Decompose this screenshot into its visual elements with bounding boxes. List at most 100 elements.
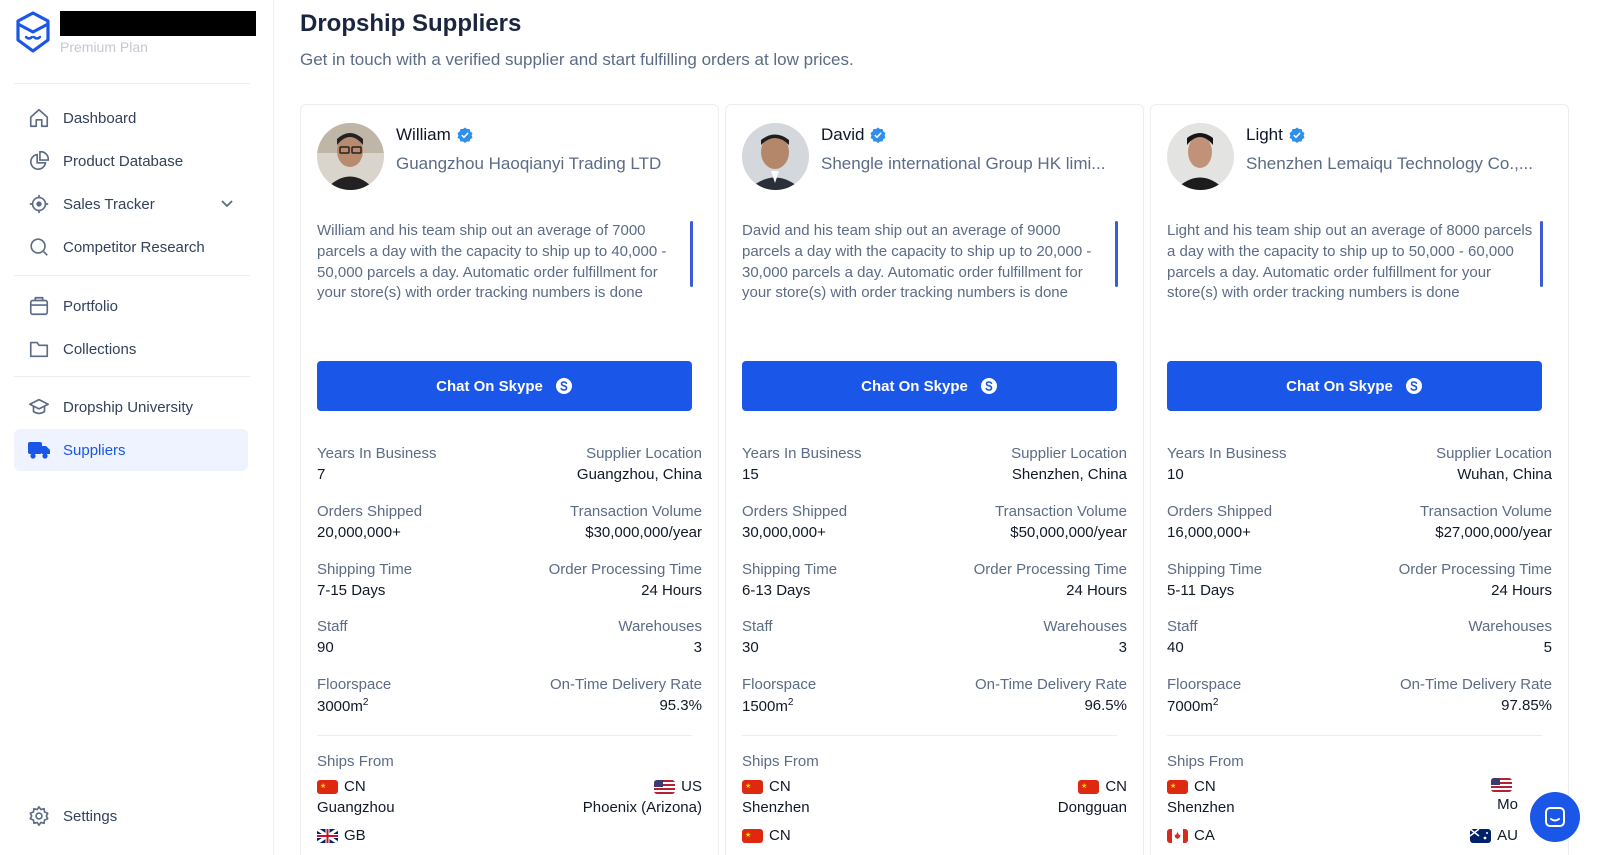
description-scrollbar[interactable] [1115, 221, 1118, 287]
chat-on-skype-button[interactable]: Chat On Skype [1167, 361, 1542, 411]
gear-icon [27, 804, 51, 828]
brand-logo-icon [16, 11, 50, 53]
nav-item-suppliers[interactable]: Suppliers [14, 429, 248, 471]
nav-item-dropship-university[interactable]: Dropship University [14, 386, 248, 428]
svg-text:★: ★ [745, 782, 751, 790]
skype-icon [980, 378, 997, 394]
nav-label: Collections [63, 340, 137, 358]
ship-origin: GB [317, 827, 366, 844]
ship-origin: ★ CN [742, 827, 791, 844]
stat-ontime: On-Time Delivery Rate 97.85% [1400, 676, 1552, 714]
ship-origin: CA [1167, 827, 1215, 844]
chat-on-skype-button[interactable]: Chat On Skype [317, 361, 692, 411]
svg-text:★: ★ [745, 831, 751, 839]
stat-volume: Transaction Volume $30,000,000/year [569, 503, 702, 541]
stat-staff: Staff 40 [1167, 618, 1198, 656]
stat-years: Years In Business 15 [742, 445, 862, 483]
nav-item-product-database[interactable]: Product Database [14, 140, 248, 182]
stat-location: Supplier Location Guangzhou, China [576, 445, 702, 483]
nav-label: Portfolio [63, 297, 119, 315]
nav-item-settings[interactable]: Settings [14, 795, 248, 837]
nav-item-collections[interactable]: Collections [14, 328, 248, 370]
card-divider [1167, 735, 1542, 736]
stat-floorspace: Floorspace 7000m2 [1167, 676, 1242, 715]
stat-volume: Transaction Volume $50,000,000/year [994, 503, 1127, 541]
china-flag-icon: ★ [742, 828, 763, 843]
supplier-card: David Shengle international Group HK lim… [725, 104, 1144, 855]
verified-badge-icon [870, 127, 886, 143]
supplier-name: David [821, 125, 1139, 145]
verified-badge-icon [1289, 127, 1305, 143]
stat-processing: Order Processing Time 24 Hours [973, 561, 1127, 599]
supplier-name: Light [1246, 125, 1564, 145]
ship-origin: ★ CN Guangzhou [317, 778, 395, 816]
supplier-card: William Guangzhou Haoqianyi Trading LTD … [300, 104, 719, 855]
stat-orders: Orders Shipped 30,000,000+ [742, 503, 848, 541]
live-chat-button[interactable] [1530, 792, 1580, 842]
nav-label: Competitor Research [63, 238, 205, 256]
canada-flag-icon [1167, 828, 1188, 843]
svg-text:★: ★ [1081, 782, 1087, 790]
nav-item-portfolio[interactable]: Portfolio [14, 285, 248, 327]
stat-floorspace: Floorspace 1500m2 [742, 676, 817, 715]
ships-from-label: Ships From [742, 753, 819, 770]
supplier-company: Shengle international Group HK limi... [821, 154, 1106, 173]
australia-flag-icon [1470, 828, 1492, 843]
nav-label: Dashboard [63, 109, 137, 127]
ship-origin: US Phoenix (Arizona) [582, 778, 702, 816]
ships-from-label: Ships From [1167, 753, 1244, 770]
supplier-description[interactable]: David and his team ship out an average o… [742, 221, 1117, 307]
us-flag-icon [1491, 778, 1512, 792]
search-icon [27, 235, 51, 259]
card-divider [317, 735, 692, 736]
nav-label: Dropship University [63, 398, 194, 416]
svg-text:★: ★ [1170, 782, 1176, 790]
nav-item-sales-tracker[interactable]: Sales Tracker [14, 183, 248, 225]
stat-staff: Staff 90 [317, 618, 348, 656]
svg-text:★: ★ [320, 782, 326, 790]
supplier-description[interactable]: Light and his team ship out an average o… [1167, 221, 1542, 307]
ships-from-label: Ships From [317, 753, 394, 770]
page-subtitle: Get in touch with a verified supplier an… [300, 50, 854, 69]
nav-divider [14, 376, 250, 377]
stat-warehouses: Warehouses 3 [618, 618, 702, 656]
stat-location: Supplier Location Wuhan, China [1436, 445, 1552, 483]
nav-item-dashboard[interactable]: Dashboard [14, 97, 248, 139]
chat-on-skype-button[interactable]: Chat On Skype [742, 361, 1117, 411]
supplier-card: Light Shenzhen Lemaiqu Technology Co.,..… [1150, 104, 1569, 855]
china-flag-icon: ★ [1167, 779, 1188, 794]
china-flag-icon: ★ [742, 779, 763, 794]
folder-icon [27, 337, 51, 361]
stat-warehouses: Warehouses 5 [1468, 618, 1552, 656]
stat-shipping: Shipping Time 7-15 Days [317, 561, 413, 599]
stat-warehouses: Warehouses 3 [1043, 618, 1127, 656]
crosshair-icon [27, 192, 51, 216]
stat-years: Years In Business 7 [317, 445, 437, 483]
nav-divider [14, 83, 250, 84]
page-title: Dropship Suppliers [300, 10, 522, 37]
nav-divider [14, 275, 250, 276]
stat-processing: Order Processing Time 24 Hours [548, 561, 702, 599]
ship-origin: ★ CN Shenzhen [742, 778, 810, 816]
home-icon [27, 106, 51, 130]
nav-item-competitor-research[interactable]: Competitor Research [14, 226, 248, 268]
supplier-description[interactable]: William and his team ship out an average… [317, 221, 692, 307]
brand[interactable]: Premium Plan [14, 10, 256, 55]
china-flag-icon: ★ [317, 779, 338, 794]
sidebar: Premium Plan Dashboard Product Database … [0, 0, 274, 855]
skype-icon [1405, 378, 1422, 394]
uk-flag-icon [317, 828, 338, 843]
us-flag-icon [654, 779, 676, 794]
china-flag-icon: ★ [1078, 779, 1100, 794]
stat-orders: Orders Shipped 20,000,000+ [317, 503, 423, 541]
stat-floorspace: Floorspace 3000m2 [317, 676, 392, 715]
ship-origin: ★ CN Shenzhen [1167, 778, 1235, 816]
nav-label: Suppliers [63, 441, 126, 459]
description-scrollbar[interactable] [1540, 221, 1543, 287]
supplier-company: Guangzhou Haoqianyi Trading LTD [396, 154, 662, 173]
nav-label: Product Database [63, 152, 184, 170]
ship-origin: AU [1470, 827, 1518, 844]
chevron-down-icon[interactable] [220, 196, 234, 215]
description-scrollbar[interactable] [690, 221, 693, 287]
stat-shipping: Shipping Time 5-11 Days [1167, 561, 1263, 599]
